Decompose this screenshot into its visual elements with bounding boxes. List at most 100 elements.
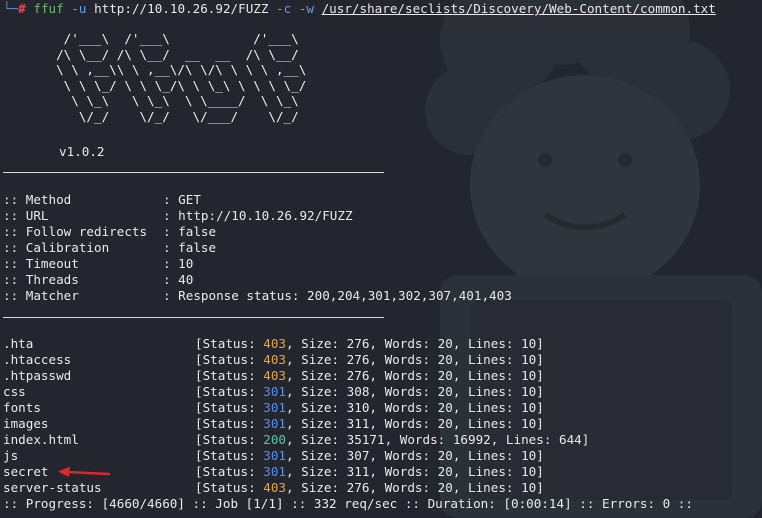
ffuf-ascii-banner: /'___\ /'___\ /'___\ /\ \__/ /\ \__/ __ …	[56, 31, 307, 124]
command-name: ffuf	[33, 1, 64, 16]
words-label: , Words:	[369, 464, 438, 479]
result-path: .hta	[3, 336, 34, 351]
url-argument: http://10.10.26.92/FUZZ	[94, 1, 269, 16]
words-label: , Words:	[369, 368, 438, 383]
words-label: , Words:	[369, 352, 438, 367]
words-value: 20	[437, 368, 453, 383]
words-value: 20	[437, 416, 453, 431]
result-row: images [Status: 301, Size: 311, Words: 20…	[3, 416, 544, 432]
config-value: : 40	[163, 272, 194, 287]
config-row: :: Follow redirects: false	[3, 224, 216, 240]
config-key: :: Threads	[3, 272, 79, 287]
bracket-close: ]	[536, 480, 544, 495]
size-value: 35171	[346, 432, 385, 447]
lines-value: 10	[521, 416, 537, 431]
result-row: fonts [Status: 301, Size: 310, Words: 20,…	[3, 400, 544, 416]
config-value: : Response status: 200,204,301,302,307,4…	[163, 288, 512, 303]
size-value: 307	[346, 448, 370, 463]
lines-value: 644	[559, 432, 582, 447]
words-value: 16992	[452, 432, 491, 447]
lines-label: , Lines:	[452, 384, 522, 399]
prompt-symbol: #	[18, 1, 26, 16]
divider-bottom	[3, 317, 384, 318]
config-key: :: Method	[3, 192, 72, 207]
config-row: :: Threads : 40	[3, 272, 193, 288]
status-label: [Status:	[195, 416, 264, 431]
config-key: :: Follow redirects	[3, 224, 148, 239]
words-value: 20	[437, 480, 453, 495]
result-path: .htaccess	[3, 352, 72, 367]
words-value: 20	[437, 464, 453, 479]
config-key: :: URL	[3, 208, 49, 223]
size-label: , Size:	[286, 384, 347, 399]
result-row: index.html [Status: 200, Size: 35171, Wor…	[3, 432, 589, 448]
result-row: js [Status: 301, Size: 307, Words: 20, Li…	[3, 448, 544, 464]
words-label: , Words:	[384, 432, 453, 447]
lines-label: , Lines:	[490, 432, 560, 447]
config-value: : http://10.10.26.92/FUZZ	[163, 208, 353, 223]
result-path: fonts	[3, 400, 41, 415]
status-label: [Status:	[195, 480, 264, 495]
config-key: :: Calibration	[3, 240, 110, 255]
size-value: 276	[346, 480, 370, 495]
flag-u: -u	[71, 1, 87, 16]
lines-label: , Lines:	[452, 368, 522, 383]
bracket-close: ]	[536, 336, 544, 351]
lines-label: , Lines:	[452, 480, 522, 495]
size-value: 276	[346, 336, 370, 351]
status-label: [Status:	[195, 400, 264, 415]
bracket-close: ]	[536, 464, 544, 479]
status-label: [Status:	[195, 336, 264, 351]
size-label: , Size:	[286, 416, 347, 431]
lines-label: , Lines:	[452, 448, 522, 463]
size-label: , Size:	[286, 432, 347, 447]
size-value: 311	[346, 416, 370, 431]
flag-c: -c	[276, 1, 292, 16]
status-code: 403	[263, 336, 286, 351]
size-value: 310	[346, 400, 370, 415]
status-code: 301	[263, 384, 286, 399]
words-label: , Words:	[369, 480, 438, 495]
size-label: , Size:	[286, 448, 347, 463]
words-label: , Words:	[369, 400, 438, 415]
lines-label: , Lines:	[452, 352, 522, 367]
config-row: :: URL : http://10.10.26.92/FUZZ	[3, 208, 353, 224]
config-row: :: Calibration : false	[3, 240, 216, 256]
lines-label: , Lines:	[452, 400, 522, 415]
size-label: , Size:	[286, 400, 347, 415]
words-label: , Words:	[369, 448, 438, 463]
lines-value: 10	[521, 336, 537, 351]
flag-w: -w	[298, 1, 314, 16]
words-value: 20	[437, 384, 453, 399]
result-path: server-status	[3, 480, 102, 495]
result-path: .htpasswd	[3, 368, 72, 383]
result-row: css [Status: 301, Size: 308, Words: 20, L…	[3, 384, 544, 400]
status-label: [Status:	[195, 432, 264, 447]
size-label: , Size:	[286, 464, 347, 479]
config-key: :: Timeout	[3, 256, 79, 271]
words-label: , Words:	[369, 384, 438, 399]
version-label: v1.0.2	[59, 144, 105, 159]
wordlist-path: /usr/share/seclists/Discovery/Web-Conten…	[321, 1, 716, 16]
bracket-close: ]	[536, 352, 544, 367]
words-label: , Words:	[369, 416, 438, 431]
config-value: : GET	[163, 192, 201, 207]
lines-value: 10	[521, 400, 537, 415]
result-path: index.html	[3, 432, 79, 447]
terminal-window[interactable]: └─# ffuf -u http://10.10.26.92/FUZZ -c -…	[0, 0, 762, 518]
prompt-corner: └─	[3, 1, 19, 16]
config-value: : false	[163, 240, 217, 255]
status-code: 200	[263, 432, 286, 447]
lines-label: , Lines:	[452, 416, 522, 431]
status-code: 403	[263, 480, 286, 495]
command-prompt-line: └─# ffuf -u http://10.10.26.92/FUZZ -c -…	[3, 1, 716, 17]
status-label: [Status:	[195, 448, 264, 463]
result-row: server-status [Status: 403, Size: 276, Wo…	[3, 480, 544, 496]
config-value: : 10	[163, 256, 194, 271]
red-arrow-icon	[58, 466, 111, 477]
words-label: , Words:	[369, 336, 438, 351]
status-label: [Status:	[195, 368, 264, 383]
result-path: js	[3, 448, 19, 463]
words-value: 20	[437, 336, 453, 351]
status-code: 301	[263, 416, 286, 431]
